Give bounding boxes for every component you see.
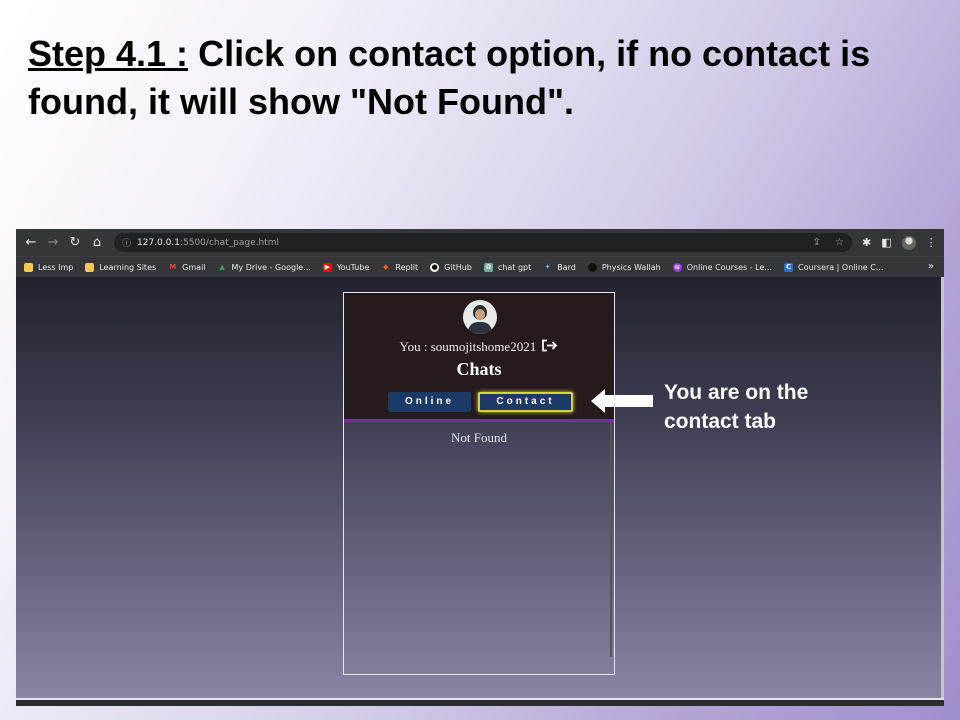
bookmark-label: Gmail (182, 262, 206, 272)
tab-contact[interactable]: Contact (478, 392, 573, 412)
share-icon[interactable]: ⇪ (813, 237, 821, 248)
empty-state-message: Not Found (451, 430, 507, 445)
bookmark-label: YouTube (336, 262, 370, 272)
bookmark-label: My Drive - Google... (231, 262, 311, 272)
slide-headline: Step 4.1 : Click on contact option, if n… (28, 30, 938, 126)
browser-toolbar: ← → ↻ ⌂ ⓘ 127.0.0.1 :5500/chat_page.html… (16, 229, 944, 256)
current-user: You : soumojitshome2021 (344, 339, 614, 355)
drive-icon: ▲ (219, 262, 225, 271)
home-icon[interactable]: ⌂ (86, 235, 108, 250)
replit-icon: ◆ (383, 262, 389, 271)
bookmark-label: GitHub (444, 262, 472, 272)
bookmark-item[interactable]: ✦ Bard (543, 263, 576, 272)
step-label: Step 4.1 : (28, 33, 189, 74)
page-viewport: You : soumojitshome2021 Chats Online Con… (16, 277, 941, 698)
bookmark-label: Less Imp (38, 262, 74, 272)
bookmark-item[interactable]: Physics Wallah (587, 262, 661, 272)
bookmark-label: Bard (557, 262, 576, 272)
chat-panel: You : soumojitshome2021 Chats Online Con… (343, 292, 615, 675)
annotation-callout: You are on the contact tab (664, 381, 809, 433)
bookmark-star-icon[interactable]: ☆ (835, 237, 844, 248)
bookmark-item[interactable]: u Online Courses - Le... (672, 262, 773, 272)
bookmark-item[interactable]: ✿ chat gpt (483, 262, 532, 272)
bookmark-label: Online Courses - Le... (686, 262, 773, 272)
browser-window: ← → ↻ ⌂ ⓘ 127.0.0.1 :5500/chat_page.html… (16, 229, 944, 706)
panel-scrollbar[interactable] (610, 422, 612, 657)
url-host: 127.0.0.1 (137, 237, 180, 248)
page-scrollbar[interactable] (941, 277, 944, 698)
coursera-icon: C (784, 262, 794, 272)
chatgpt-icon: ✿ (483, 262, 493, 272)
bookmark-item[interactable]: Learning Sites (85, 262, 157, 272)
profile-avatar-icon[interactable] (901, 235, 916, 250)
bookmark-label: Replit (395, 262, 419, 272)
url-path: :5500/chat_page.html (179, 237, 279, 248)
gmail-icon: M (169, 262, 177, 271)
bookmark-item[interactable]: ◆ Replit (381, 263, 418, 272)
bookmark-label: Learning Sites (99, 262, 157, 272)
address-bar[interactable]: ⓘ 127.0.0.1 :5500/chat_page.html ⇪ ☆ (114, 233, 852, 252)
extensions-icon[interactable]: ✱ (862, 236, 871, 249)
current-user-label: You : soumojitshome2021 (399, 339, 537, 354)
tab-online[interactable]: Online (388, 392, 471, 412)
bookmark-item[interactable]: C Coursera | Online C... (784, 262, 884, 272)
youtube-icon: ▶ (322, 262, 332, 272)
bookmarks-overflow-icon[interactable]: » (928, 261, 934, 272)
pw-icon (587, 262, 597, 272)
bookmarks-bar: Less Imp Learning Sites M Gmail ▲ My Drive… (16, 256, 944, 277)
user-avatar (463, 300, 497, 334)
logout-icon[interactable] (541, 339, 558, 352)
site-info-icon[interactable]: ⓘ (122, 236, 131, 249)
taskbar-strip (16, 698, 944, 706)
reload-icon[interactable]: ↻ (64, 235, 86, 250)
side-panel-icon[interactable]: ◧ (881, 236, 891, 249)
folder-icon (24, 262, 33, 272)
bookmark-item[interactable]: Less Imp (24, 262, 74, 272)
back-arrow-icon[interactable]: ← (20, 235, 42, 250)
chats-title: Chats (456, 359, 502, 379)
pointer-arrow-icon (591, 389, 653, 413)
bookmark-item[interactable]: M Gmail (168, 263, 205, 272)
bookmark-label: chat gpt (497, 262, 532, 272)
forward-arrow-icon[interactable]: → (42, 235, 64, 250)
bard-icon: ✦ (544, 262, 551, 271)
chat-panel-header: You : soumojitshome2021 Chats Online Con… (344, 293, 614, 422)
folder-icon (85, 262, 95, 272)
github-icon: ● (430, 262, 440, 272)
bookmark-item[interactable]: ▲ My Drive - Google... (218, 263, 311, 272)
menu-kebab-icon[interactable]: ⋮ (926, 236, 937, 249)
bookmark-label: Coursera | Online C... (798, 262, 884, 272)
udemy-icon: u (672, 262, 682, 272)
bookmark-item[interactable]: ▶ YouTube (322, 262, 370, 272)
bookmark-label: Physics Wallah (601, 262, 661, 272)
bookmark-item[interactable]: ● GitHub (430, 262, 472, 272)
